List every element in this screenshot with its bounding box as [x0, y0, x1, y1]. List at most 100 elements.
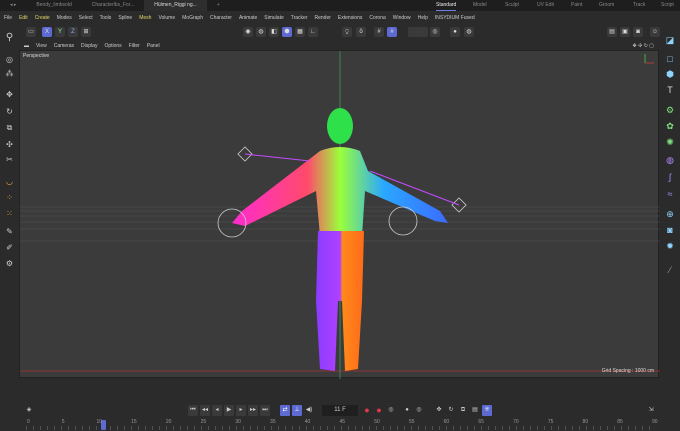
menu-insydium[interactable]: INSYDIUM Fused	[435, 15, 475, 21]
viewport-nav-icons[interactable]: ✥ ✣ ↻ ▢	[633, 43, 654, 49]
previous-key-button[interactable]: ◂◂	[200, 405, 210, 416]
clapper-icon[interactable]: ▤	[607, 27, 617, 37]
menu-simulate[interactable]: Simulate	[264, 15, 283, 21]
next-key-button[interactable]: ▸▸	[248, 405, 258, 416]
layout-sculpt[interactable]: Sculpt	[505, 0, 519, 11]
axis-z-lock[interactable]: Z	[68, 27, 78, 37]
param-key-icon[interactable]: ▤	[470, 405, 480, 416]
joint-icon[interactable]: ⁙	[4, 208, 15, 219]
user-icon[interactable]: ☺	[650, 27, 660, 37]
grid-icon[interactable]: #	[374, 27, 384, 37]
environment-icon[interactable]: ⊕	[664, 208, 676, 220]
menu-edit[interactable]: Edit	[19, 15, 28, 21]
go-to-start-button[interactable]: ⏮	[188, 405, 198, 416]
vp-menu-view[interactable]: View	[36, 43, 47, 49]
cube-view-icon[interactable]: ◪	[664, 34, 676, 46]
menu-mesh[interactable]: Mesh	[139, 15, 151, 21]
menu-corona[interactable]: Corona	[369, 15, 385, 21]
render-view-icon[interactable]: ●	[450, 27, 460, 37]
viewport-perspective[interactable]: Perspective Grid Spacing : 1000 cm	[19, 50, 660, 379]
menu-volume[interactable]: Volume	[158, 15, 175, 21]
coordinate-system-icon[interactable]: ⊞	[81, 27, 91, 37]
rotation-key-icon[interactable]: ↻	[446, 405, 456, 416]
vp-menu-panel[interactable]: Panel	[147, 43, 160, 49]
light-icon[interactable]: ✹	[664, 240, 676, 252]
pen-icon[interactable]: ⁄	[664, 264, 676, 276]
layout-model[interactable]: Model	[473, 0, 487, 11]
menu-tools[interactable]: Tools	[100, 15, 112, 21]
timeline-ruler[interactable]: 0 5 10 15 20 25 30 35 40 45 50 55 60 65 70 75 80 85 90	[0, 418, 680, 431]
axis-mode-icon[interactable]: ∟	[308, 27, 318, 37]
vp-menu-cameras[interactable]: Cameras	[54, 43, 74, 49]
polygon-mode-icon[interactable]: ⬢	[282, 27, 292, 37]
layout-uv-edit[interactable]: UV Edit	[537, 0, 554, 11]
weight-icon[interactable]: ⁘	[4, 192, 15, 203]
knife-icon[interactable]: ✂	[4, 154, 15, 165]
menu-file[interactable]: File	[4, 15, 12, 21]
menu-extensions[interactable]: Extensions	[338, 15, 362, 21]
nav-arrows[interactable]: ◂ ▸	[0, 0, 26, 11]
transform-icon[interactable]: ✣	[4, 139, 15, 150]
layout-track[interactable]: Track	[633, 0, 645, 11]
effector-icon[interactable]: ✺	[664, 136, 676, 148]
menu-modes[interactable]: Modes	[57, 15, 72, 21]
menu-tracker[interactable]: Tracker	[291, 15, 308, 21]
layout-standard[interactable]: Standard	[436, 0, 457, 11]
play-button[interactable]: ▶	[224, 405, 234, 416]
square-icon[interactable]: □	[664, 53, 676, 65]
menu-character[interactable]: Character	[210, 15, 232, 21]
scale-icon[interactable]: ⧉	[4, 122, 15, 133]
current-frame-field[interactable]: 11 F	[322, 405, 358, 416]
viewport-layout-icon[interactable]: ▬	[24, 43, 29, 49]
sync-button[interactable]: ⊥	[292, 405, 302, 416]
cloner-icon[interactable]: ⚙	[664, 104, 676, 116]
menu-mograph[interactable]: MoGraph	[182, 15, 203, 21]
brush-icon[interactable]: ✎	[4, 226, 15, 237]
motion-record-icon[interactable]: ●	[402, 405, 412, 416]
next-frame-button[interactable]: ▸	[236, 405, 246, 416]
layout-groom[interactable]: Groom	[599, 0, 614, 11]
workplane-icon[interactable]: #	[387, 27, 397, 37]
layout-script[interactable]: Script	[661, 0, 674, 11]
camera-icon[interactable]: ◙	[664, 224, 676, 236]
auto-key-button[interactable]: ●	[374, 405, 384, 416]
render-queue-icon[interactable]: ▣	[620, 27, 630, 37]
mesh-mode-icon[interactable]: ◍	[256, 27, 266, 37]
magnet-icon[interactable]: ◡	[4, 176, 15, 187]
render-picture-icon[interactable]: ◍	[464, 27, 474, 37]
menu-window[interactable]: Window	[393, 15, 411, 21]
doc-tab[interactable]: Characterlbs_For...	[82, 0, 145, 11]
menu-select[interactable]: Select	[79, 15, 93, 21]
record-button[interactable]: ●	[362, 405, 372, 416]
sculpt-icon[interactable]: ⚙	[4, 258, 15, 269]
deformer-icon[interactable]: ◍	[664, 154, 676, 166]
timeline-expand-icon[interactable]: ⇲	[646, 405, 656, 416]
doc-tab-active[interactable]: Hülmen_Riggi ng...	[144, 0, 207, 11]
pla-key-button[interactable]: ⁜	[482, 405, 492, 416]
object-mode-icon[interactable]: ◧	[269, 27, 279, 37]
axis-x-lock[interactable]: X	[42, 27, 52, 37]
keyframe-icon[interactable]: ◈	[24, 405, 34, 416]
search-icon[interactable]: ⚲	[4, 32, 15, 43]
render-settings-icon[interactable]: ◎	[430, 27, 440, 37]
rotate-icon[interactable]: ↻	[4, 106, 15, 117]
paint-icon[interactable]: ✐	[4, 242, 15, 253]
playhead[interactable]	[101, 420, 107, 430]
menu-create[interactable]: Create	[35, 15, 50, 21]
vp-menu-filter[interactable]: Filter	[129, 43, 140, 49]
field-icon[interactable]: ≈	[664, 188, 676, 200]
layout-paint[interactable]: Paint	[571, 0, 582, 11]
previous-frame-button[interactable]: ◂	[212, 405, 222, 416]
text-icon[interactable]: T	[664, 84, 676, 96]
select-icon[interactable]: ◎	[4, 54, 15, 65]
doc-tab[interactable]: Bendy_limbsold	[26, 0, 81, 11]
menu-spline[interactable]: Spline	[118, 15, 132, 21]
live-selection-icon[interactable]: ⁂	[4, 68, 15, 79]
cube-icon[interactable]: ⬢	[664, 68, 676, 80]
sound-icon[interactable]: ◀)	[304, 405, 314, 416]
new-tab-button[interactable]: +	[207, 0, 230, 11]
motion-icon[interactable]: ◎	[414, 405, 424, 416]
snap-icon[interactable]: ⍜	[342, 27, 352, 37]
axis-y-lock[interactable]: Y	[55, 27, 65, 37]
loop-button[interactable]: ⇄	[280, 405, 290, 416]
